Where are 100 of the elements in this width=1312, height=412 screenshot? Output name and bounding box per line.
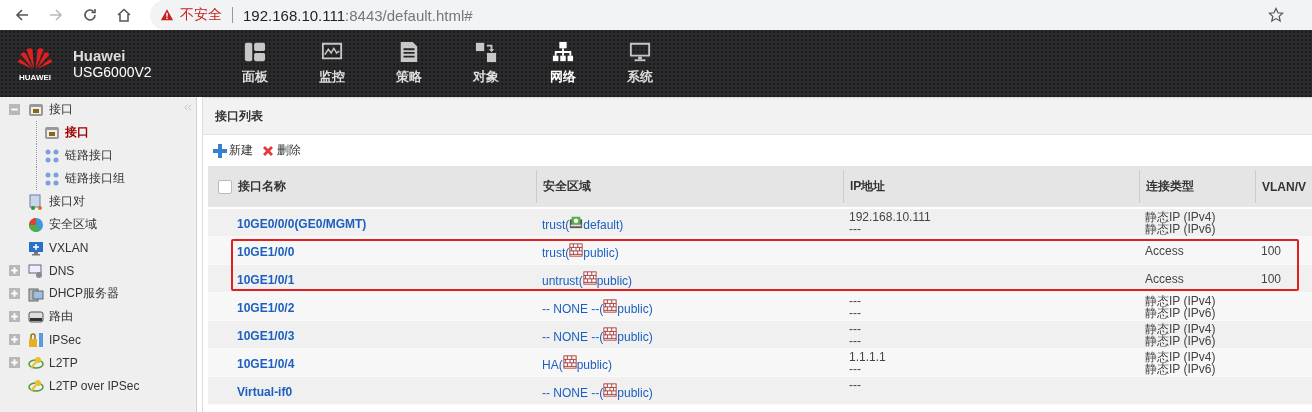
- back-icon[interactable]: [14, 7, 30, 23]
- link-nodes-icon: [44, 170, 60, 187]
- nav-tab[interactable]: 面板: [216, 41, 293, 86]
- select-all-checkbox[interactable]: [218, 179, 232, 194]
- nav-tab[interactable]: 网络: [524, 41, 601, 86]
- zone-link[interactable]: untrust(: [542, 273, 583, 288]
- product-name: Huawei: [73, 47, 127, 64]
- column-header[interactable]: 连接类型: [1146, 178, 1194, 195]
- column-header[interactable]: 安全区域: [543, 178, 591, 195]
- brick-wall-icon: [569, 242, 584, 257]
- table-row[interactable]: 10GE1/0/1 untrust( public) Access 100: [208, 265, 1312, 293]
- nav-tab[interactable]: 监控: [293, 41, 370, 86]
- connection-type: 静态IP (IPv6): [1145, 223, 1217, 235]
- warning-icon: [160, 8, 174, 22]
- connection-type: 静态IP (IPv6): [1145, 307, 1217, 319]
- interface-link[interactable]: 10GE1/0/4: [237, 357, 295, 371]
- expand-toggle-icon[interactable]: [8, 334, 20, 345]
- sidebar-item[interactable]: 链路接口: [44, 147, 113, 164]
- logo-text: HUAWEI: [19, 73, 51, 82]
- table-row[interactable]: 10GE0/0/0(GE0/MGMT) trust( default) 192.168.10.111 --- 静态IP (IPv4) 静态IP (IPv6): [208, 209, 1312, 237]
- sidebar-item[interactable]: 路由: [28, 308, 73, 325]
- ip-address: ---: [849, 379, 862, 391]
- squares-arrow-icon: [474, 41, 497, 63]
- sidebar-item[interactable]: L2TP over IPSec: [28, 377, 140, 394]
- table-row[interactable]: 10GE1/0/0 trust( public) Access 100: [208, 237, 1312, 265]
- sidebar-item[interactable]: 接口: [28, 101, 73, 118]
- ip-address: ---: [849, 323, 862, 335]
- sidebar-item[interactable]: IPSec: [28, 331, 81, 348]
- brick-wall-icon: [603, 326, 618, 341]
- collapse-icon[interactable]: [183, 103, 192, 112]
- nav-tab[interactable]: 策略: [370, 41, 447, 86]
- vsys-link[interactable]: public): [576, 357, 613, 372]
- brick-wall-icon: [603, 382, 618, 397]
- brick-wall-icon: [562, 354, 577, 369]
- table-row[interactable]: 10GE1/0/2 -- NONE --( public) --- --- 静态IP (IPv4) 静态IP (IPv6): [208, 293, 1312, 321]
- delete-button[interactable]: 删除: [261, 142, 301, 159]
- vsys-link[interactable]: public): [617, 385, 653, 400]
- interface-link[interactable]: 10GE1/0/2: [237, 301, 295, 315]
- zone-link[interactable]: trust(: [542, 217, 570, 232]
- sidebar-item[interactable]: 安全区域: [28, 216, 97, 233]
- sidebar-item[interactable]: L2TP: [28, 354, 78, 371]
- expand-toggle-icon[interactable]: [8, 288, 20, 299]
- zone-link[interactable]: -- NONE --(: [542, 301, 604, 316]
- ip-address: ---: [849, 335, 862, 347]
- interface-link[interactable]: 10GE1/0/0: [237, 245, 295, 259]
- nav-tab[interactable]: 对象: [447, 41, 524, 86]
- address-bar[interactable]: 不安全 192.168.10.111:8443/default.html#: [150, 0, 1312, 30]
- vsys-link[interactable]: default): [583, 217, 624, 232]
- nav-tab[interactable]: 系统: [601, 41, 678, 86]
- product-model: USG6000V2: [73, 64, 153, 80]
- expand-toggle-icon[interactable]: [8, 357, 20, 368]
- home-icon[interactable]: [116, 7, 132, 23]
- new-button[interactable]: 新建: [213, 142, 253, 159]
- security-label: 不安全: [180, 6, 222, 24]
- zone-link[interactable]: HA(: [542, 357, 563, 372]
- vsys-link[interactable]: public): [583, 245, 619, 260]
- port-icon: [28, 101, 44, 118]
- interface-link[interactable]: Virtual-if0: [237, 385, 293, 399]
- column-header[interactable]: IP地址: [850, 178, 886, 195]
- zone-link[interactable]: trust(: [542, 245, 570, 260]
- reload-icon[interactable]: [82, 7, 98, 23]
- sidebar-item[interactable]: 接口: [44, 124, 89, 141]
- connection-type: 静态IP (IPv6): [1145, 363, 1217, 375]
- sidebar-item[interactable]: DNS: [28, 262, 75, 279]
- vsys-link[interactable]: public): [617, 329, 653, 344]
- ip-address: 192.168.10.111: [849, 211, 932, 223]
- interface-link[interactable]: 10GE0/0/0(GE0/MGMT): [237, 217, 367, 231]
- bookmark-star-icon[interactable]: [1268, 7, 1284, 23]
- forward-icon[interactable]: [48, 7, 64, 23]
- sidebar-item[interactable]: VXLAN: [28, 239, 89, 256]
- table-row[interactable]: Virtual-if0 -- NONE --( public) ---: [208, 377, 1312, 405]
- vsys-link[interactable]: public): [617, 301, 653, 316]
- network-tree-icon: [551, 41, 574, 63]
- table-row[interactable]: 10GE1/0/3 -- NONE --( public) --- --- 静态IP (IPv4) 静态IP (IPv6): [208, 321, 1312, 349]
- dns-card-icon: [28, 262, 44, 279]
- collapse-toggle-icon[interactable]: [8, 104, 20, 115]
- server-icon: [28, 285, 44, 302]
- zone-link[interactable]: -- NONE --(: [542, 385, 604, 400]
- column-header[interactable]: VLAN/V: [1262, 179, 1306, 194]
- column-header[interactable]: 接口名称: [238, 178, 286, 195]
- sidebar-item[interactable]: 链路接口组: [44, 170, 125, 187]
- expand-toggle-icon[interactable]: [8, 311, 20, 322]
- table-row[interactable]: 10GE1/0/4 HA( public) 1.1.1.1 --- 静态IP (IPv4) 静态IP (IPv6): [208, 349, 1312, 377]
- connection-type: Access: [1145, 245, 1185, 257]
- router-icon: [28, 308, 44, 325]
- monitor-icon: [28, 239, 44, 256]
- ip-address: ---: [849, 295, 862, 307]
- monitor-icon: [628, 41, 651, 63]
- sidebar-item[interactable]: 接口对: [28, 193, 85, 210]
- connection-type: 静态IP (IPv6): [1145, 335, 1217, 347]
- sidebar-item[interactable]: DHCP服务器: [28, 285, 119, 302]
- interface-link[interactable]: 10GE1/0/1: [237, 273, 295, 287]
- ip-address: ---: [849, 307, 862, 319]
- expand-toggle-icon[interactable]: [8, 265, 20, 276]
- vlan-id: 100: [1261, 273, 1283, 285]
- vsys-link[interactable]: public): [596, 273, 633, 288]
- zone-link[interactable]: -- NONE --(: [542, 329, 604, 344]
- interface-link[interactable]: 10GE1/0/3: [237, 329, 295, 343]
- panels-icon: [243, 41, 266, 63]
- connection-type: 静态IP (IPv4): [1145, 295, 1217, 307]
